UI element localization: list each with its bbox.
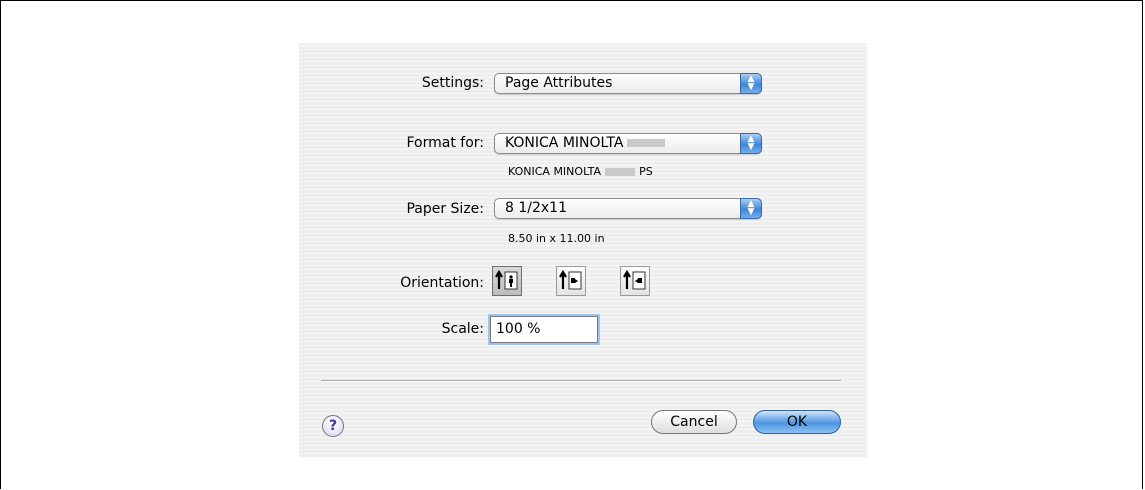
- landscape-left-icon: [559, 269, 582, 290]
- orientation-landscape-left-button[interactable]: [556, 266, 586, 296]
- printer-description-suffix: PS: [639, 165, 653, 178]
- portrait-icon: [495, 269, 518, 290]
- ok-button[interactable]: OK: [753, 410, 841, 434]
- paper-dimensions: 8.50 in x 11.00 in: [508, 232, 605, 245]
- paper-size-label: Paper Size:: [406, 201, 484, 217]
- paper-size-value: 8 1/2x11: [505, 200, 567, 216]
- redacted-model: [605, 168, 636, 176]
- scale-input[interactable]: 100 %: [490, 316, 598, 343]
- landscape-right-icon: [623, 269, 646, 290]
- orientation-label: Orientation:: [400, 275, 484, 291]
- printer-description: KONICA MINOLTA PS: [508, 165, 653, 178]
- orientation-portrait-button[interactable]: [492, 266, 522, 296]
- format-for-label: Format for:: [406, 135, 484, 151]
- paper-size-popup[interactable]: 8 1/2x11 ▲ ▼: [494, 198, 762, 219]
- redacted-model: [627, 139, 666, 147]
- help-button[interactable]: ?: [322, 415, 344, 437]
- page-setup-dialog: [299, 43, 867, 458]
- format-for-popup[interactable]: KONICA MINOLTA ▲ ▼: [494, 133, 762, 154]
- settings-value: Page Attributes: [505, 75, 613, 91]
- format-for-value: KONICA MINOLTA: [505, 135, 624, 151]
- settings-popup[interactable]: Page Attributes ▲ ▼: [494, 73, 762, 94]
- settings-label: Settings:: [421, 75, 484, 91]
- scale-label: Scale:: [441, 321, 484, 337]
- printer-description-prefix: KONICA MINOLTA: [508, 165, 602, 178]
- divider: [321, 380, 841, 382]
- popup-arrows-icon: ▲ ▼: [740, 73, 762, 94]
- orientation-landscape-right-button[interactable]: [620, 266, 650, 296]
- popup-arrows-icon: ▲ ▼: [740, 198, 762, 219]
- popup-arrows-icon: ▲ ▼: [740, 133, 762, 154]
- cancel-button[interactable]: Cancel: [651, 410, 737, 434]
